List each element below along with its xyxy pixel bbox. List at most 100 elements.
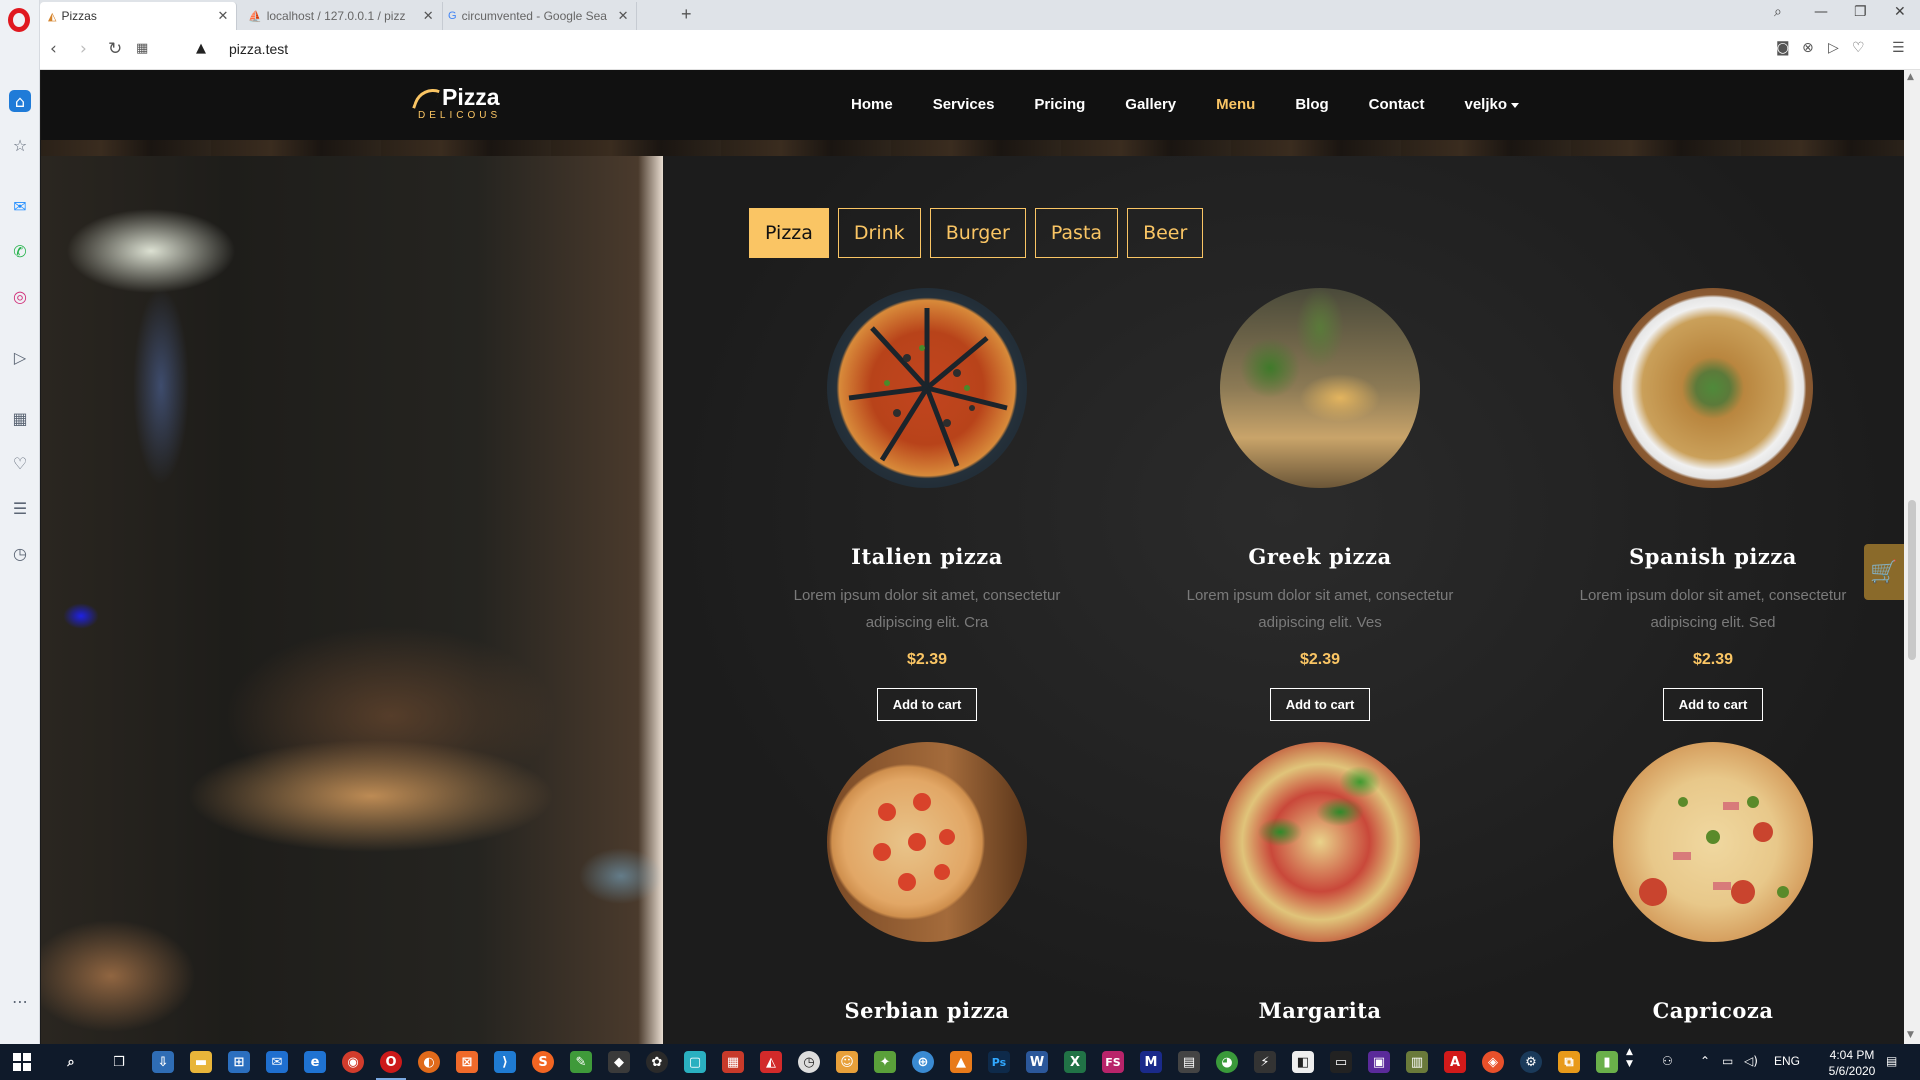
clock-app-icon[interactable]: ◷: [798, 1051, 820, 1073]
app-icon[interactable]: ⊕: [912, 1051, 934, 1073]
nav-services[interactable]: Services: [933, 96, 995, 113]
new-tab-button[interactable]: +: [681, 4, 692, 25]
app-icon[interactable]: M: [1140, 1051, 1162, 1073]
search-icon[interactable]: ⌕: [60, 1051, 82, 1073]
minimize-icon[interactable]: —: [1814, 4, 1828, 20]
tray-expand-icon[interactable]: ⌃: [1700, 1054, 1710, 1068]
photoshop-icon[interactable]: Ps: [988, 1051, 1010, 1073]
close-window-icon[interactable]: ✕: [1894, 4, 1906, 20]
windows-start-icon[interactable]: [13, 1053, 31, 1071]
volume-icon[interactable]: ◁): [1744, 1054, 1758, 1068]
scroll-down-icon[interactable]: ▼: [1907, 1030, 1914, 1040]
scroll-up-icon[interactable]: ▲: [1907, 72, 1914, 82]
whatsapp-icon[interactable]: ✆: [9, 240, 31, 262]
search-tabs-icon[interactable]: ⌕: [1774, 4, 1782, 20]
bookmark-heart-icon[interactable]: ♡: [1852, 40, 1865, 56]
file-explorer-icon[interactable]: ▬: [190, 1051, 212, 1073]
word-icon[interactable]: W: [1026, 1051, 1048, 1073]
scroll-thumb[interactable]: [1908, 500, 1916, 660]
vlc-icon[interactable]: ▲: [950, 1051, 972, 1073]
taskbar-scroll-icon[interactable]: ▲ ▼: [1626, 1046, 1633, 1070]
add-to-cart-button[interactable]: Add to cart: [1663, 688, 1763, 721]
close-icon[interactable]: ✕: [423, 8, 434, 24]
tab-grid-icon[interactable]: ▦: [136, 41, 148, 56]
not-secure-icon[interactable]: ▲: [196, 41, 206, 56]
flow-icon[interactable]: ▷: [1828, 40, 1839, 56]
tab-pizza[interactable]: Pizza: [749, 208, 829, 258]
chrome-icon[interactable]: ◉: [342, 1051, 364, 1073]
opera-logo-icon[interactable]: [8, 8, 30, 32]
speed-dial-icon[interactable]: ☆: [9, 134, 31, 156]
tab-beer[interactable]: Beer: [1127, 208, 1204, 258]
history-icon[interactable]: ◷: [9, 542, 31, 564]
app-icon[interactable]: ⧉: [1558, 1051, 1580, 1073]
page-scrollbar[interactable]: ▲ ▼: [1904, 70, 1920, 1044]
app-icon[interactable]: ◧: [1292, 1051, 1314, 1073]
language-indicator[interactable]: ENG: [1774, 1054, 1800, 1068]
home-icon[interactable]: ⌂: [9, 90, 31, 112]
nav-pricing[interactable]: Pricing: [1034, 96, 1085, 113]
tab-burger[interactable]: Burger: [929, 208, 1026, 258]
user-menu[interactable]: veljko: [1465, 96, 1520, 113]
messenger-icon[interactable]: ✉: [9, 195, 31, 217]
firefox-icon[interactable]: ◐: [418, 1051, 440, 1073]
tab-pizzas[interactable]: ◭ Pizzas ✕: [40, 2, 238, 30]
heart-icon[interactable]: ♡: [9, 452, 31, 474]
edge-icon[interactable]: e: [304, 1051, 326, 1073]
send-icon[interactable]: ▷: [9, 346, 31, 368]
app-icon[interactable]: ☺: [836, 1051, 858, 1073]
nav-gallery[interactable]: Gallery: [1125, 96, 1176, 113]
tab-pasta[interactable]: Pasta: [1034, 208, 1119, 258]
adblock-icon[interactable]: ⊗: [1802, 40, 1814, 56]
store-icon[interactable]: ⊞: [228, 1051, 250, 1073]
vscode-icon[interactable]: ⟩: [494, 1051, 516, 1073]
nav-contact[interactable]: Contact: [1369, 96, 1425, 113]
nav-blog[interactable]: Blog: [1295, 96, 1328, 113]
more-icon[interactable]: ⋯: [9, 990, 31, 1012]
app-icon[interactable]: ▥: [1406, 1051, 1428, 1073]
app-icon[interactable]: ◕: [1216, 1051, 1238, 1073]
app-icon[interactable]: FS: [1102, 1051, 1124, 1073]
back-icon[interactable]: ‹: [50, 39, 57, 59]
url-field[interactable]: pizza.test: [229, 41, 288, 57]
app-icon[interactable]: ◭: [760, 1051, 782, 1073]
workspaces-icon[interactable]: ▦: [9, 407, 31, 429]
app-icon[interactable]: ⇩: [152, 1051, 174, 1073]
instagram-icon[interactable]: ◎: [9, 285, 31, 307]
excel-icon[interactable]: X: [1064, 1051, 1086, 1073]
nav-menu[interactable]: Menu: [1216, 96, 1255, 113]
app-icon[interactable]: ▣: [1368, 1051, 1390, 1073]
people-icon[interactable]: ⚇: [1662, 1054, 1673, 1068]
add-to-cart-button[interactable]: Add to cart: [1270, 688, 1370, 721]
task-view-icon[interactable]: ❒: [108, 1051, 130, 1073]
app-icon[interactable]: ▮: [1596, 1051, 1618, 1073]
notifications-icon[interactable]: ▤: [1886, 1054, 1897, 1068]
tab-google[interactable]: G circumvented - Google Sea ✕: [440, 2, 638, 30]
app-icon[interactable]: ✦: [874, 1051, 896, 1073]
opera-icon[interactable]: O: [380, 1051, 402, 1073]
notepad-icon[interactable]: ✎: [570, 1051, 592, 1073]
network-icon[interactable]: ▭: [1722, 1054, 1733, 1068]
snapshot-icon[interactable]: ◙: [1776, 40, 1790, 56]
app-icon[interactable]: ▢: [684, 1051, 706, 1073]
xampp-icon[interactable]: ⊠: [456, 1051, 478, 1073]
mail-icon[interactable]: ✉: [266, 1051, 288, 1073]
add-to-cart-button[interactable]: Add to cart: [877, 688, 977, 721]
close-icon[interactable]: ✕: [217, 8, 228, 24]
tab-phpmyadmin[interactable]: ⛵ localhost / 127.0.0.1 / pizz ✕: [240, 2, 443, 30]
sublime-icon[interactable]: S: [532, 1051, 554, 1073]
news-icon[interactable]: ☰: [9, 497, 31, 519]
git-icon[interactable]: ◆: [608, 1051, 630, 1073]
app-icon[interactable]: ✿: [646, 1051, 668, 1073]
forward-icon[interactable]: ›: [80, 39, 87, 59]
app-icon[interactable]: ◈: [1482, 1051, 1504, 1073]
app-icon[interactable]: ▭: [1330, 1051, 1352, 1073]
app-icon[interactable]: ⚡: [1254, 1051, 1276, 1073]
cart-icon[interactable]: 🛒: [1864, 544, 1904, 600]
restore-icon[interactable]: ❐: [1854, 4, 1867, 20]
close-icon[interactable]: ✕: [618, 8, 629, 24]
tab-drink[interactable]: Drink: [837, 208, 921, 258]
app-icon[interactable]: ▦: [722, 1051, 744, 1073]
system-clock[interactable]: 4:04 PM 5/6/2020: [1822, 1047, 1882, 1079]
steam-icon[interactable]: ⚙: [1520, 1051, 1542, 1073]
